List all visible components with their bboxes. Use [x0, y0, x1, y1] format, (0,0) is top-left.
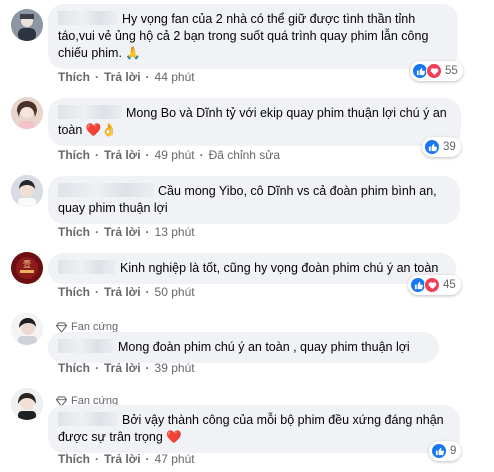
comment-actions: Thích · Trả lời · 50 phút	[58, 285, 195, 299]
comment-time[interactable]: 47 phút	[155, 452, 195, 466]
commenter-name-blurred[interactable]	[58, 11, 118, 25]
comment-text: Mong đoàn phim chú ý an toàn , quay phim…	[118, 340, 410, 354]
diamond-icon	[56, 321, 67, 333]
comment-bubble: Cầu mong Yibo, cô Dĩnh vs cả đoàn phim b…	[48, 176, 460, 224]
comment-bubble: Mong đoàn phim chú ý an toàn , quay phim…	[48, 332, 439, 363]
like-reaction-icon	[424, 139, 440, 155]
comment-time[interactable]: 50 phút	[155, 285, 195, 299]
reply-link[interactable]: Trả lời	[104, 148, 141, 162]
avatar[interactable]: 壹	[11, 252, 43, 284]
reaction-summary[interactable]: 45	[408, 275, 461, 295]
like-link[interactable]: Thích	[58, 452, 90, 466]
reaction-summary[interactable]: 39	[422, 137, 461, 157]
comment-time[interactable]: 39 phút	[155, 361, 195, 375]
reaction-summary[interactable]: 9	[429, 441, 462, 461]
like-link[interactable]: Thích	[58, 361, 90, 375]
comment-actions: Thích · Trả lời · 44 phút	[58, 70, 195, 84]
reply-link[interactable]: Trả lời	[104, 285, 141, 299]
avatar[interactable]	[11, 9, 43, 41]
avatar[interactable]	[11, 388, 43, 420]
avatar[interactable]	[11, 313, 43, 345]
commenter-name-blurred[interactable]	[58, 105, 122, 119]
comment-bubble: Hy vọng fan của 2 nhà có thể giữ được tì…	[48, 4, 458, 69]
like-reaction-icon	[431, 443, 447, 459]
comment-bubble: Kinh nghiệp là tốt, cũng hy vọng đoàn ph…	[48, 253, 456, 284]
like-link[interactable]: Thích	[58, 285, 90, 299]
reply-link[interactable]: Trả lời	[104, 361, 141, 375]
like-link[interactable]: Thích	[58, 225, 90, 239]
reaction-count: 9	[450, 445, 457, 457]
comment-bubble: Bởi vậy thành công của mỗi bộ phim đều x…	[48, 405, 460, 453]
comment-text: Kinh nghiệp là tốt, cũng hy vọng đoàn ph…	[120, 261, 439, 275]
edited-label[interactable]: Đã chỉnh sửa	[209, 148, 280, 162]
reaction-summary[interactable]: 55	[410, 61, 463, 81]
comment-time[interactable]: 44 phút	[155, 70, 195, 84]
commenter-name-blurred[interactable]	[58, 339, 114, 353]
reply-link[interactable]: Trả lời	[104, 452, 141, 466]
reaction-count: 55	[445, 65, 458, 77]
like-link[interactable]: Thích	[58, 70, 90, 84]
commenter-name-blurred[interactable]	[58, 260, 116, 274]
comment-actions: Thích · Trả lời · 39 phút	[58, 361, 195, 375]
svg-text:壹: 壹	[23, 259, 31, 269]
commenter-name-blurred[interactable]	[58, 183, 154, 197]
like-link[interactable]: Thích	[58, 148, 90, 162]
comment-actions: Thích · Trả lời · 47 phút	[58, 452, 195, 466]
comment-bubble: Mong Bo và Dĩnh tỷ với ekip quay phim th…	[48, 98, 461, 146]
comment-actions: Thích · Trả lời · 13 phút	[58, 225, 195, 239]
comment-time[interactable]: 13 phút	[155, 225, 195, 239]
avatar[interactable]	[11, 175, 43, 207]
reaction-count: 45	[443, 279, 456, 291]
reaction-count: 39	[443, 141, 456, 153]
reply-link[interactable]: Trả lời	[104, 70, 141, 84]
comment-time[interactable]: 49 phút	[155, 148, 195, 162]
love-reaction-icon	[424, 277, 440, 293]
comment-actions: Thích · Trả lời · 49 phút · Đã chỉnh sửa	[58, 148, 280, 162]
avatar[interactable]	[11, 97, 43, 129]
reply-link[interactable]: Trả lời	[104, 225, 141, 239]
commenter-name-blurred[interactable]	[58, 412, 118, 426]
love-reaction-icon	[426, 63, 442, 79]
